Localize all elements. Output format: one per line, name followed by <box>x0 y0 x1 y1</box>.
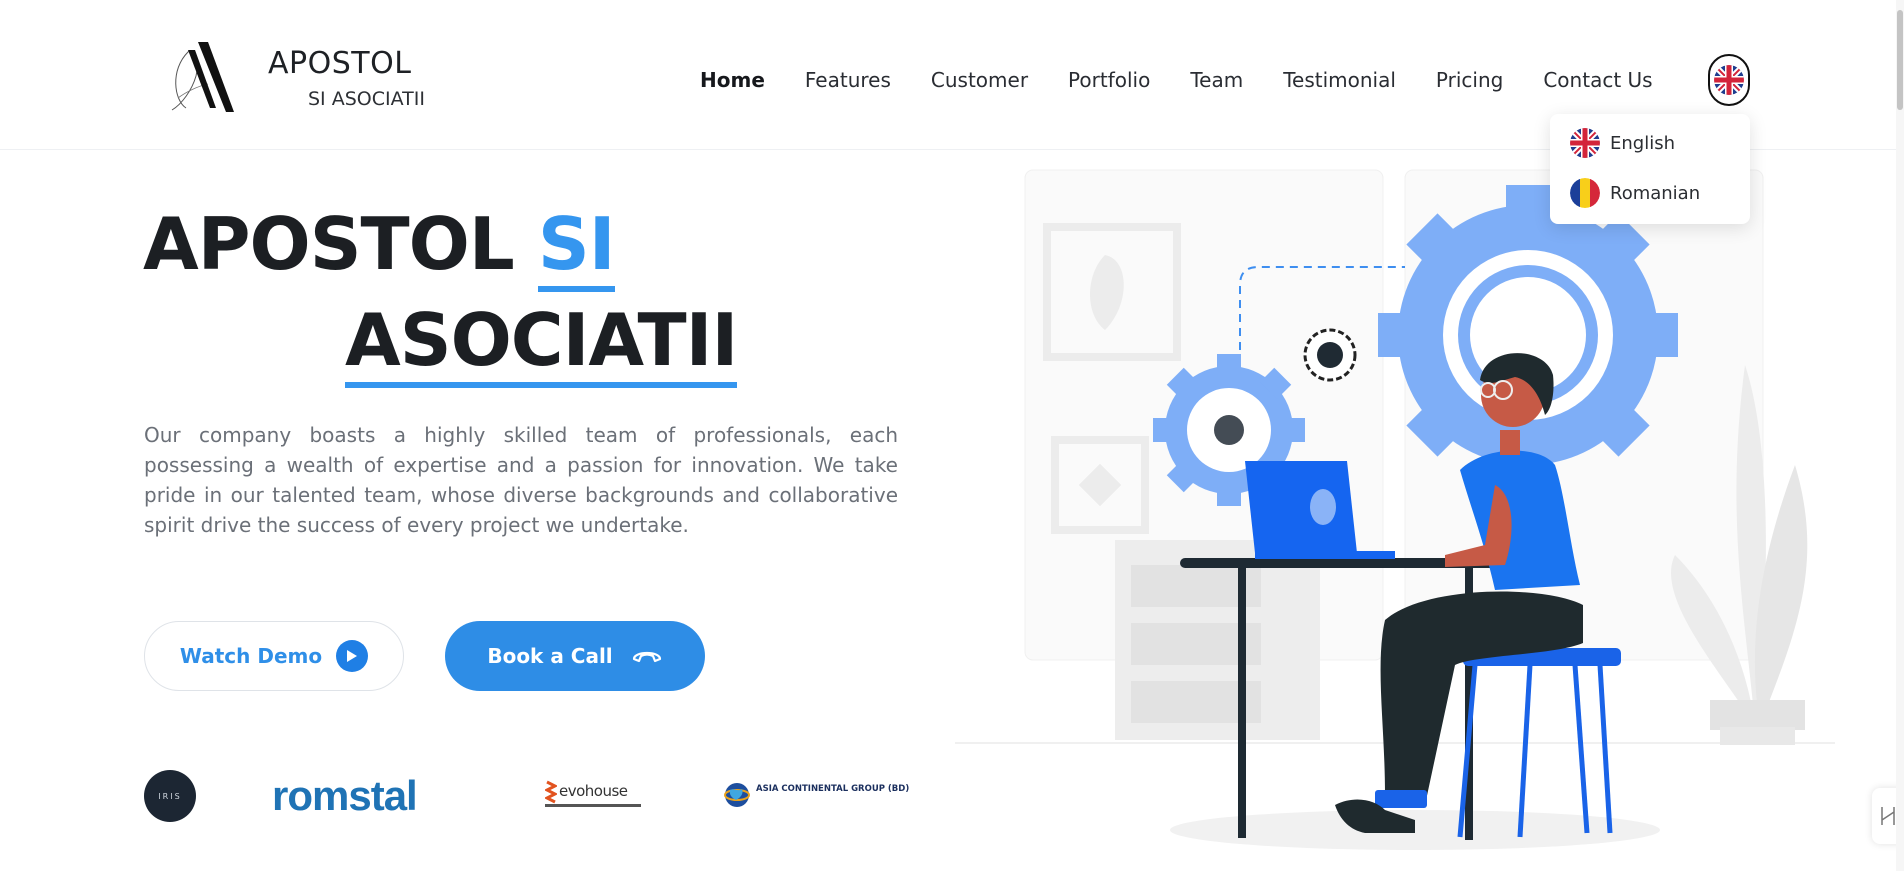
widget-icon <box>1881 807 1895 825</box>
brand-name: APOSTOL <box>268 46 412 81</box>
phone-icon <box>632 651 661 663</box>
hero-title-part3: ASOCIATII <box>345 298 738 388</box>
hero-illustration <box>955 169 1835 850</box>
client-logo-iris: IRIS <box>144 770 196 822</box>
nav-features[interactable]: Features <box>805 68 891 92</box>
language-option-romanian[interactable]: Romanian <box>1570 176 1700 210</box>
watch-demo-button[interactable]: Watch Demo <box>144 621 404 691</box>
language-option-label: Romanian <box>1610 182 1701 204</box>
globe-icon <box>724 783 750 807</box>
nav-portfolio[interactable]: Portfolio <box>1068 68 1150 92</box>
hero-title-part2: SI <box>537 202 615 292</box>
uk-flag-icon <box>1570 128 1600 158</box>
nav-testimonial[interactable]: Testimonial <box>1283 68 1396 92</box>
nav-pricing[interactable]: Pricing <box>1436 68 1503 92</box>
book-a-call-button[interactable]: Book a Call <box>445 621 705 691</box>
client-logo-evohouse: evohouse <box>545 780 645 812</box>
main-nav: Home Features Customer Portfolio Team Te… <box>700 64 1693 96</box>
language-option-label: English <box>1610 132 1675 154</box>
language-toggle-button[interactable] <box>1708 54 1750 106</box>
language-option-english[interactable]: English <box>1570 126 1675 160</box>
evohouse-mark-icon <box>545 780 557 804</box>
hero-description: Our company boasts a highly skilled team… <box>144 423 898 537</box>
client-logo-romstal: romstal <box>272 772 418 819</box>
brand-logo-icon <box>171 42 234 112</box>
romania-flag-icon <box>1570 178 1600 208</box>
play-icon <box>336 640 369 672</box>
hero-title-part1: APOSTOL <box>143 202 515 286</box>
nav-home[interactable]: Home <box>700 68 765 92</box>
watch-demo-label: Watch Demo <box>179 644 323 668</box>
brand-subtitle: SI ASOCIATII <box>308 88 425 110</box>
brand-logo[interactable]: APOSTOL SI ASOCIATII <box>168 40 458 120</box>
language-dropdown: English Romanian <box>1550 114 1750 224</box>
scrollbar-thumb[interactable] <box>1897 10 1903 110</box>
client-logo-asia-continental: ASIA CONTINENTAL GROUP (BD) <box>720 780 909 812</box>
hero-title: APOSTOL SI ASOCIATII <box>143 196 738 388</box>
nav-team[interactable]: Team <box>1190 68 1243 92</box>
book-a-call-label: Book a Call <box>487 644 613 668</box>
page-scrollbar[interactable] <box>1896 0 1904 871</box>
uk-flag-icon <box>1714 65 1744 95</box>
nav-customer[interactable]: Customer <box>931 68 1028 92</box>
nav-contact-us[interactable]: Contact Us <box>1543 68 1652 92</box>
